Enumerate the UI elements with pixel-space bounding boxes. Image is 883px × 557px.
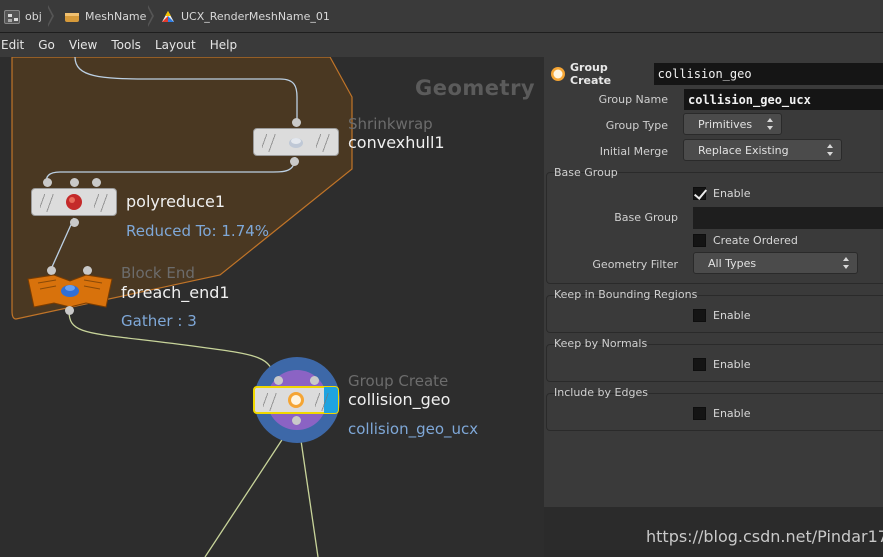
node-type-label: Block End [121,264,195,282]
block-end-icon [61,285,79,297]
watermark-text: https://blog.csdn.net/Pindar1711 [646,527,883,546]
node-name-label[interactable]: convexhull1 [348,133,445,152]
parameter-pane: Group Create collision_geo Group Name co… [544,57,883,507]
keep-bounding-enable-checkbox[interactable] [693,309,706,322]
node-input-connector[interactable] [70,178,79,187]
dropdown-arrows-icon [767,118,774,130]
dropdown-value: Primitives [698,117,753,131]
sop-node-icon [160,10,176,24]
group-name-field[interactable]: collision_geo_ucx [684,89,883,110]
node-convexhull1[interactable] [253,128,339,156]
menu-layout[interactable]: Layout [155,38,203,52]
path-crumb-label: UCX_RenderMeshName_01 [181,10,330,23]
display-flag[interactable] [324,387,338,413]
node-polyreduce1[interactable] [31,188,117,216]
section-title: Include by Edges [554,386,648,399]
node-type-label: Shrinkwrap [348,115,433,133]
subnet-label: Geometry [415,76,536,100]
network-path-bar: obj MeshName UCX_RenderMeshName_01 [0,0,883,33]
group-type-dropdown[interactable]: Primitives [683,113,782,135]
node-input-connector[interactable] [92,178,101,187]
checkbox-label: Create Ordered [713,234,798,247]
geometry-object-icon [64,10,80,24]
create-ordered-checkbox[interactable] [693,234,706,247]
path-crumb-sop[interactable]: UCX_RenderMeshName_01 [147,0,330,33]
menu-go[interactable]: Go [38,38,62,52]
section-title: Keep by Normals [554,337,648,350]
group-create-icon [551,67,565,81]
path-crumb-label: MeshName [85,10,147,23]
polyreduce-icon [66,194,82,210]
node-input-connector[interactable] [274,376,283,385]
group-name-label: Group Name [598,93,668,106]
base-group-field[interactable] [693,207,883,229]
initial-merge-dropdown[interactable]: Replace Existing [683,139,842,161]
breadcrumb-separator-icon [47,5,54,27]
include-edges-enable-checkbox[interactable] [693,407,706,420]
menu-edit[interactable]: Edit [0,38,31,52]
node-name-label[interactable]: collision_geo [348,390,450,409]
houdini-window: obj MeshName UCX_RenderMeshName_01 Edit … [0,0,883,557]
breadcrumb-separator-icon [147,5,154,27]
checkbox-label: Enable [713,309,751,322]
group-type-label: Group Type [605,119,668,132]
node-info-label: collision_geo_ucx [348,420,479,438]
initial-merge-label: Initial Merge [599,145,668,158]
node-output-connector[interactable] [70,218,79,227]
shrinkwrap-icon [289,138,303,148]
dropdown-arrows-icon [843,257,850,269]
group-create-icon [288,392,304,408]
path-crumb-obj[interactable]: obj [4,0,42,33]
node-output-connector[interactable] [65,306,74,315]
node-type-label: Group Create [348,372,449,390]
checkbox-label: Enable [713,407,751,420]
node-collision_geo[interactable] [253,386,339,414]
menu-bar: Edit Go View Tools Layout Help [0,33,883,57]
dropdown-value: All Types [708,256,757,270]
checkbox-label: Enable [713,358,751,371]
node-input-connector[interactable] [310,376,319,385]
checkbox-label: Enable [713,187,751,200]
node-input-connector[interactable] [292,118,301,127]
node-output-connector[interactable] [292,416,301,425]
parameter-header: Group Create collision_geo [544,61,883,87]
base-group-enable-checkbox[interactable] [693,187,706,200]
node-input-connector[interactable] [43,178,52,187]
dropdown-value: Replace Existing [698,143,789,157]
geometry-filter-dropdown[interactable]: All Types [693,252,858,274]
menu-tools[interactable]: Tools [111,38,148,52]
node-type-title: Group Create [570,61,612,87]
section-title: Keep in Bounding Regions [554,288,698,301]
section-title: Base Group [554,166,618,179]
node-output-connector[interactable] [290,157,299,166]
network-editor[interactable]: Geometry Shrinkwrap convexhull1 polyredu… [0,57,544,557]
node-name-label[interactable]: foreach_end1 [121,283,230,302]
node-info-label: Reduced To: 1.74% [126,222,270,240]
node-info-label: Gather : 3 [121,312,197,330]
path-crumb-label: obj [25,10,42,23]
path-crumb-meshname[interactable]: MeshName [47,0,147,33]
obj-context-icon [4,9,20,24]
dropdown-arrows-icon [827,144,834,156]
menu-help[interactable]: Help [210,38,244,52]
geometry-filter-label: Geometry Filter [592,258,678,271]
node-name-label[interactable]: polyreduce1 [126,192,225,211]
menu-view[interactable]: View [69,38,104,52]
wire [204,419,296,557]
base-group-field-label: Base Group [614,211,678,224]
node-name-field[interactable]: collision_geo [653,63,883,85]
keep-normals-enable-checkbox[interactable] [693,358,706,371]
